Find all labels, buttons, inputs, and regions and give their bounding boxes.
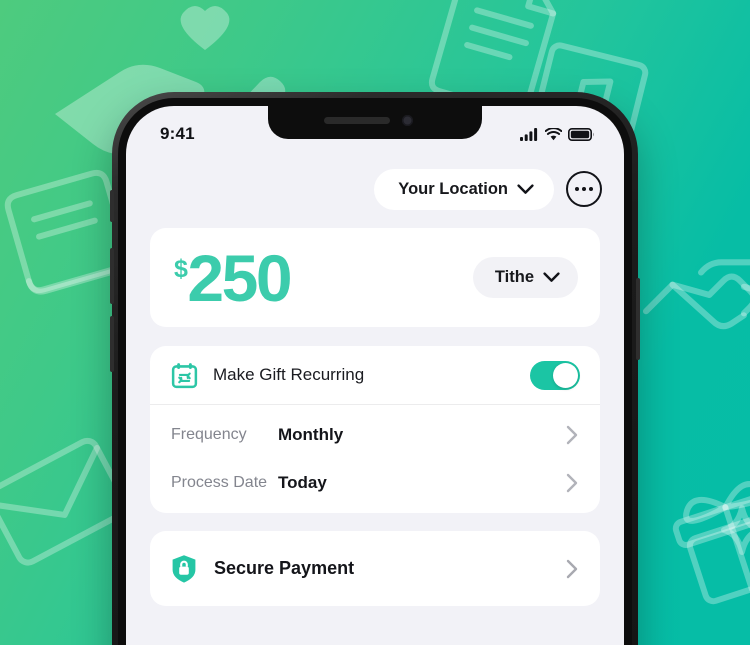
chevron-down-icon xyxy=(543,272,560,282)
fund-label: Tithe xyxy=(494,268,534,286)
chevron-right-icon xyxy=(566,473,578,493)
recurring-gift-header[interactable]: Make Gift Recurring xyxy=(150,346,600,405)
mute-switch-button[interactable] xyxy=(110,190,114,222)
phone-screen: 9:41 Your Location $ 250 Tithe Make Gift… xyxy=(126,106,624,645)
cellular-signal-icon xyxy=(520,127,538,141)
location-label: Your Location xyxy=(398,179,508,198)
status-bar-icons xyxy=(520,127,594,141)
process-date-value: Today xyxy=(278,473,327,492)
power-button[interactable] xyxy=(636,278,640,360)
chevron-right-icon xyxy=(566,425,578,445)
chevron-right-icon xyxy=(566,559,578,578)
recurring-gift-toggle[interactable] xyxy=(530,360,580,390)
front-camera-icon xyxy=(402,115,413,126)
shield-lock-icon xyxy=(172,555,196,583)
frequency-row[interactable]: Frequency Monthly xyxy=(150,411,600,459)
gift-amount-card[interactable]: $ 250 Tithe xyxy=(150,228,600,327)
status-bar-time: 9:41 xyxy=(160,124,195,143)
process-date-row[interactable]: Process Date Today xyxy=(150,459,600,507)
recurring-gift-card: Make Gift Recurring Frequency Monthly Pr… xyxy=(150,346,600,513)
gift-amount-value: 250 xyxy=(187,240,292,315)
battery-icon xyxy=(568,127,594,141)
chevron-down-icon xyxy=(517,183,534,194)
volume-up-button[interactable] xyxy=(110,248,114,304)
fund-selector-button[interactable]: Tithe xyxy=(472,257,578,298)
location-selector-button[interactable]: Your Location xyxy=(374,168,554,210)
frequency-value: Monthly xyxy=(278,425,344,444)
recurring-gift-title: Make Gift Recurring xyxy=(213,365,365,384)
screenshot-stage: 9:41 Your Location $ 250 Tithe Make Gift… xyxy=(0,0,750,645)
ellipsis-icon xyxy=(589,187,594,191)
secure-payment-label: Secure Payment xyxy=(214,558,355,578)
calendar-recurring-icon xyxy=(171,362,198,388)
earpiece-speaker xyxy=(324,117,390,124)
ellipsis-icon xyxy=(582,187,586,191)
phone-frame: 9:41 Your Location $ 250 Tithe Make Gift… xyxy=(110,92,640,645)
gift-amount-display[interactable]: $ 250 xyxy=(174,240,293,315)
toggle-knob xyxy=(553,362,578,388)
currency-symbol: $ xyxy=(174,254,188,283)
volume-down-button[interactable] xyxy=(110,316,114,372)
screen-header: Your Location xyxy=(126,164,624,214)
phone-notch xyxy=(268,106,482,139)
frequency-label: Frequency xyxy=(171,426,247,443)
more-options-button[interactable] xyxy=(566,171,602,207)
secure-payment-card[interactable]: Secure Payment xyxy=(150,531,600,606)
wifi-icon xyxy=(545,127,562,140)
process-date-label: Process Date xyxy=(171,474,268,491)
ellipsis-icon xyxy=(574,187,579,191)
